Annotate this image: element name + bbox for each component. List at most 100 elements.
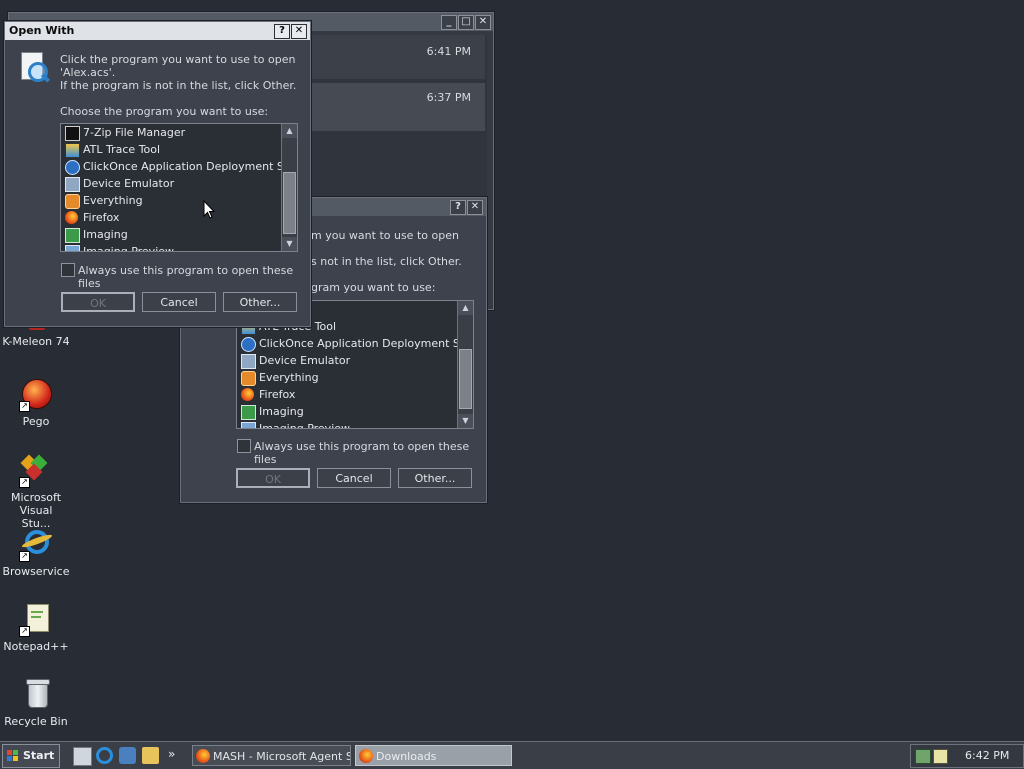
taskbar: Start » MASH - Microsoft Agent S... Down… [0,741,1024,769]
desktop-icon-visual-studio[interactable]: ↗ Microsoft Visual Stu... [0,454,72,530]
ok-button[interactable]: OK [61,292,135,312]
open-with-dialog: Open With ? ✕ Click the program you want… [4,21,311,327]
program-list-item[interactable]: 7-Zip File Manager [61,124,297,141]
program-name: 7-Zip File Manager [83,126,186,139]
windows-explorer-icon[interactable] [142,747,159,764]
program-list-item[interactable]: Device Emulator [61,175,297,192]
atl-trace-icon [65,143,80,158]
program-name: Firefox [83,211,120,224]
task-downloads[interactable]: Downloads [355,745,512,766]
system-tray: 6:42 PM [910,744,1024,768]
scroll-up-arrow-icon[interactable]: ▲ [282,124,297,138]
firefox-icon [359,749,373,763]
program-list[interactable]: 7-Zip File Manager ATL Trace Tool ClickOnc… [60,123,298,252]
close-button[interactable]: ✕ [475,15,491,30]
program-list-item[interactable]: Firefox [237,386,473,403]
download-time: 6:41 PM [426,45,471,58]
cancel-button[interactable]: Cancel [142,292,216,312]
recycle-bin-icon [19,678,53,712]
desktop-icon-notepadpp[interactable]: ↗ Notepad++ [0,603,72,653]
scroll-thumb[interactable] [283,172,296,234]
program-name: ClickOnce Application Deployment Su... [259,337,474,350]
other-button[interactable]: Other... [223,292,297,312]
program-list-item[interactable]: Imaging Preview [61,243,297,252]
dialog-title: Open With [9,24,75,37]
close-button[interactable]: ✕ [291,24,307,39]
desktop-icon-label: Pego [22,415,50,428]
other-button[interactable]: Other... [398,468,472,488]
program-list-scrollbar[interactable]: ▲ ▼ [457,301,473,428]
program-name: Imaging [259,405,304,418]
program-name: ClickOnce Application Deployment Su... [83,160,298,173]
outlook-express-icon[interactable] [119,747,136,764]
always-use-checkbox[interactable] [61,263,75,277]
minimize-button[interactable]: _ [441,15,457,30]
imaging-icon [65,228,80,243]
cancel-button[interactable]: Cancel [317,468,391,488]
scroll-down-arrow-icon[interactable]: ▼ [282,237,297,251]
dialog-back-message-3: s not in the list, click Other. [311,255,462,268]
always-use-checkbox[interactable] [237,439,251,453]
firefox-icon [196,749,210,763]
dialog-message-3: If the program is not in the list, click… [60,79,297,92]
help-button[interactable]: ? [274,24,290,39]
notepadpp-icon: ↗ [19,603,53,637]
download-item[interactable]: 6:41 PM [305,35,485,79]
program-name: Everything [83,194,143,207]
close-button[interactable]: ✕ [467,200,483,215]
program-list-item[interactable]: Imaging Preview [237,420,473,429]
program-list-scrollbar[interactable]: ▲ ▼ [281,124,297,251]
internet-explorer-icon[interactable] [96,747,113,764]
7zip-icon [65,126,80,141]
desktop-icon-label: K-Meleon 74 [2,335,70,348]
desktop-icon-browservice[interactable]: ↗ Browservice [0,528,72,578]
clickonce-icon [241,337,256,352]
download-item[interactable]: 6:37 PM [305,83,485,131]
program-name: Imaging Preview [259,422,351,429]
quick-launch-chevron[interactable]: » [168,747,175,761]
visual-studio-icon: ↗ [19,454,53,488]
scroll-thumb[interactable] [459,349,472,409]
windows-logo-icon [7,750,19,762]
scroll-up-arrow-icon[interactable]: ▲ [458,301,473,315]
program-list-item[interactable]: ClickOnce Application Deployment Su... [237,335,473,352]
program-name: Everything [259,371,319,384]
program-list-item[interactable]: Imaging [237,403,473,420]
start-label: Start [23,749,55,762]
device-emulator-icon [65,177,80,192]
program-list-item[interactable]: Imaging [61,226,297,243]
program-list-item[interactable]: ClickOnce Application Deployment Su... [61,158,297,175]
always-use-label: Always use this program to open these fi… [254,440,470,466]
imaging-preview-icon [241,422,256,428]
program-name: Imaging Preview [83,245,175,252]
desktop-icon-label: Microsoft Visual Stu... [10,491,62,530]
device-emulator-icon [241,354,256,369]
ok-button[interactable]: OK [236,468,310,488]
desktop-icon-label: Browservice [2,565,70,578]
maximize-button[interactable]: □ [458,15,474,30]
program-list-item[interactable]: ATL Trace Tool [61,141,297,158]
pego-icon: ↗ [19,378,53,412]
network-icon[interactable] [915,749,931,764]
task-mash[interactable]: MASH - Microsoft Agent S... [192,745,351,766]
program-list-item[interactable]: Everything [61,192,297,209]
download-time: 6:37 PM [426,91,471,104]
open-with-icon [17,52,51,86]
task-label: MASH - Microsoft Agent S... [213,750,351,763]
program-name: Firefox [259,388,296,401]
firefox-icon [65,211,78,224]
program-list-item[interactable]: Everything [237,369,473,386]
program-list-item[interactable]: Firefox [61,209,297,226]
tray-app-icon[interactable] [933,749,948,764]
dialog-titlebar[interactable]: Open With ? ✕ [5,22,310,40]
start-button[interactable]: Start [2,744,60,768]
show-desktop-icon[interactable] [73,747,92,766]
scroll-down-arrow-icon[interactable]: ▼ [458,414,473,428]
help-button[interactable]: ? [450,200,466,215]
internet-explorer-icon: ↗ [19,528,54,562]
desktop-icon-recycle-bin[interactable]: Recycle Bin [0,678,72,728]
program-list-item[interactable]: Device Emulator [237,352,473,369]
desktop-icon-pego[interactable]: ↗ Pego [0,378,72,428]
task-label: Downloads [376,750,437,763]
everything-icon [65,194,80,209]
